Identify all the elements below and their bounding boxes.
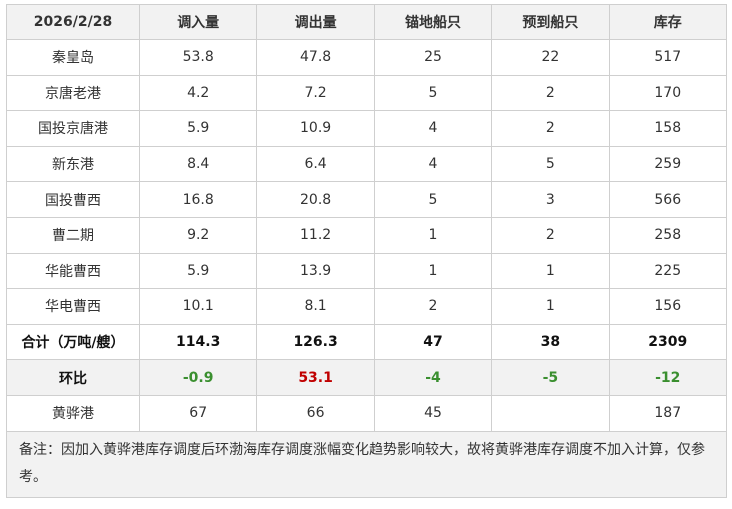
change-anchored: -4 xyxy=(373,359,493,396)
change-inflow: -0.9 xyxy=(138,359,258,396)
anchored-cell: 1 xyxy=(373,252,493,290)
table-row: 国投曹西 16.8 20.8 5 3 566 xyxy=(6,181,727,218)
inflow-cell: 5.9 xyxy=(138,252,258,290)
port-name: 曹二期 xyxy=(6,216,140,254)
header-inventory: 库存 xyxy=(608,4,727,40)
port-name: 京唐老港 xyxy=(6,74,140,112)
inflow-cell: 5.9 xyxy=(138,110,258,147)
table-row: 秦皇岛 53.8 47.8 25 22 517 xyxy=(6,39,727,76)
inventory-cell: 225 xyxy=(608,252,727,290)
change-label: 环比 xyxy=(6,359,140,396)
header-date: 2026/2/28 xyxy=(6,4,140,40)
expected-cell: 3 xyxy=(491,181,610,218)
inflow-cell: 8.4 xyxy=(138,145,258,183)
outflow-cell: 10.9 xyxy=(256,110,375,147)
anchored-cell: 5 xyxy=(373,181,493,218)
anchored-cell: 2 xyxy=(373,288,493,325)
port-name: 秦皇岛 xyxy=(6,39,140,76)
expected-cell: 2 xyxy=(491,74,610,112)
inventory-cell: 170 xyxy=(608,74,727,112)
expected-cell: 22 xyxy=(491,39,610,76)
inflow-cell: 67 xyxy=(138,394,258,432)
inventory-cell: 187 xyxy=(608,394,727,432)
total-inventory: 2309 xyxy=(608,323,727,361)
table-row: 京唐老港 4.2 7.2 5 2 170 xyxy=(6,74,727,112)
expected-cell xyxy=(491,394,610,432)
inventory-cell: 517 xyxy=(608,39,727,76)
port-name: 国投曹西 xyxy=(6,181,140,218)
table-row: 华能曹西 5.9 13.9 1 1 225 xyxy=(6,252,727,290)
inflow-cell: 4.2 xyxy=(138,74,258,112)
outflow-cell: 13.9 xyxy=(256,252,375,290)
header-inflow: 调入量 xyxy=(138,4,258,40)
header-anchored-ships: 锚地船只 xyxy=(373,4,493,40)
table-row: 华电曹西 10.1 8.1 2 1 156 xyxy=(6,288,727,325)
anchored-cell: 5 xyxy=(373,74,493,112)
header-outflow: 调出量 xyxy=(256,4,375,40)
total-outflow: 126.3 xyxy=(256,323,375,361)
inflow-cell: 9.2 xyxy=(138,216,258,254)
outflow-cell: 47.8 xyxy=(256,39,375,76)
inventory-cell: 158 xyxy=(608,110,727,147)
outflow-cell: 6.4 xyxy=(256,145,375,183)
change-expected: -5 xyxy=(491,359,610,396)
change-outflow: 53.1 xyxy=(256,359,375,396)
table-note: 备注：因加入黄骅港库存调度后环渤海库存调度涨幅变化趋势影响较大，故将黄骅港库存调… xyxy=(6,430,727,498)
expected-cell: 2 xyxy=(491,216,610,254)
change-row: 环比 -0.9 53.1 -4 -5 -12 xyxy=(6,359,727,396)
anchored-cell: 1 xyxy=(373,216,493,254)
anchored-cell: 45 xyxy=(373,394,493,432)
expected-cell: 5 xyxy=(491,145,610,183)
port-name: 国投京唐港 xyxy=(6,110,140,147)
inventory-cell: 258 xyxy=(608,216,727,254)
table-row: 国投京唐港 5.9 10.9 4 2 158 xyxy=(6,110,727,147)
inventory-cell: 156 xyxy=(608,288,727,325)
port-name: 华电曹西 xyxy=(6,288,140,325)
port-coal-table: 2026/2/28 调入量 调出量 锚地船只 预到船只 库存 秦皇岛 53.8 … xyxy=(6,4,727,498)
port-name: 黄骅港 xyxy=(6,394,140,432)
expected-cell: 1 xyxy=(491,252,610,290)
header-expected-ships: 预到船只 xyxy=(491,4,610,40)
outflow-cell: 11.2 xyxy=(256,216,375,254)
table-row: 新东港 8.4 6.4 4 5 259 xyxy=(6,145,727,183)
outflow-cell: 8.1 xyxy=(256,288,375,325)
outflow-cell: 7.2 xyxy=(256,74,375,112)
anchored-cell: 4 xyxy=(373,110,493,147)
expected-cell: 1 xyxy=(491,288,610,325)
port-name: 新东港 xyxy=(6,145,140,183)
anchored-cell: 25 xyxy=(373,39,493,76)
total-anchored: 47 xyxy=(373,323,493,361)
anchored-cell: 4 xyxy=(373,145,493,183)
total-inflow: 114.3 xyxy=(138,323,258,361)
inflow-cell: 10.1 xyxy=(138,288,258,325)
expected-cell: 2 xyxy=(491,110,610,147)
total-row: 合计（万吨/艘） 114.3 126.3 47 38 2309 xyxy=(6,323,727,361)
table-row: 曹二期 9.2 11.2 1 2 258 xyxy=(6,216,727,254)
total-expected: 38 xyxy=(491,323,610,361)
inflow-cell: 16.8 xyxy=(138,181,258,218)
inflow-cell: 53.8 xyxy=(138,39,258,76)
port-coal-table-container: 2026/2/28 调入量 调出量 锚地船只 预到船只 库存 秦皇岛 53.8 … xyxy=(6,4,727,498)
outflow-cell: 20.8 xyxy=(256,181,375,218)
note-row: 备注：因加入黄骅港库存调度后环渤海库存调度涨幅变化趋势影响较大，故将黄骅港库存调… xyxy=(6,430,727,498)
change-inventory: -12 xyxy=(608,359,727,396)
huanghua-row: 黄骅港 67 66 45 187 xyxy=(6,394,727,432)
inventory-cell: 566 xyxy=(608,181,727,218)
total-label: 合计（万吨/艘） xyxy=(6,323,140,361)
inventory-cell: 259 xyxy=(608,145,727,183)
header-row: 2026/2/28 调入量 调出量 锚地船只 预到船只 库存 xyxy=(6,4,727,40)
outflow-cell: 66 xyxy=(256,394,375,432)
port-name: 华能曹西 xyxy=(6,252,140,290)
